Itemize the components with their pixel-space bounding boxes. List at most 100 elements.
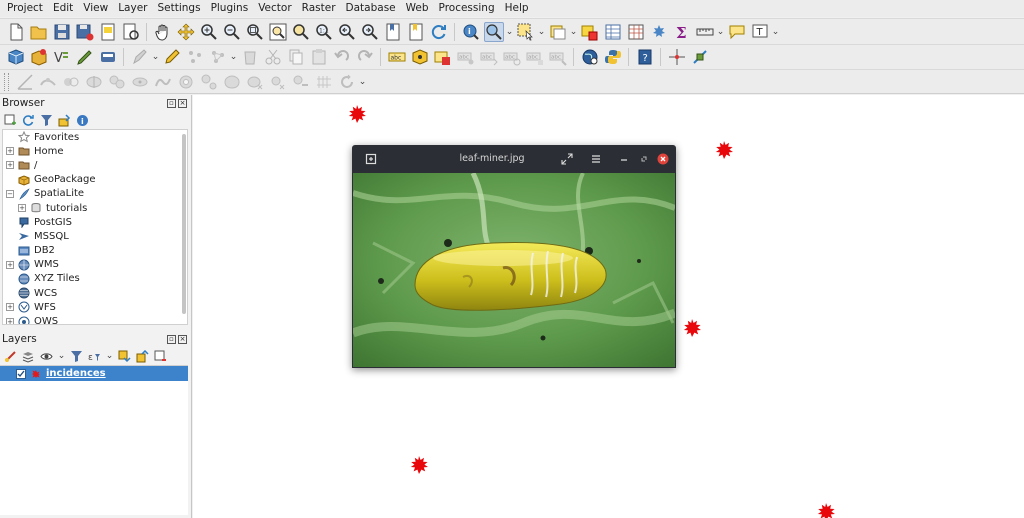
tree-item-geopackage[interactable]: GeoPackage	[3, 173, 187, 187]
zoom-native-icon[interactable]: 1:1	[314, 22, 334, 42]
expand-icon[interactable]: +	[18, 204, 26, 213]
fill-ring-icon[interactable]	[222, 72, 242, 92]
cut-features-icon[interactable]	[263, 47, 283, 67]
menu-project[interactable]: Project	[2, 0, 48, 17]
chevron-down-icon[interactable]: ⌄	[229, 47, 238, 67]
close-icon[interactable]	[656, 152, 669, 165]
chevron-down-icon[interactable]: ⌄	[537, 22, 546, 42]
zoom-full-icon[interactable]	[245, 22, 265, 42]
tree-item-favorites[interactable]: Favorites	[3, 130, 187, 144]
sum-icon[interactable]	[649, 22, 669, 42]
rotate-point-icon[interactable]	[337, 72, 357, 92]
digitize-icon[interactable]	[75, 47, 95, 67]
add-part-icon[interactable]	[199, 72, 219, 92]
refresh-icon[interactable]	[429, 22, 449, 42]
chevron-down-icon[interactable]: ⌄	[505, 22, 514, 42]
add-group-icon[interactable]	[21, 349, 36, 364]
split-parts-icon[interactable]	[314, 72, 334, 92]
pan-to-selection-icon[interactable]	[176, 22, 196, 42]
menu-vector[interactable]: Vector	[253, 0, 296, 17]
delete-part-icon[interactable]	[268, 72, 288, 92]
zoom-to-selection-icon[interactable]	[268, 22, 288, 42]
deselect-icon[interactable]	[548, 22, 568, 42]
paste-features-icon[interactable]	[309, 47, 329, 67]
identify-icon[interactable]: i	[461, 22, 481, 42]
remove-layer-icon[interactable]	[153, 349, 168, 364]
incident-point-marker[interactable]	[410, 456, 428, 474]
globe-icon[interactable]	[580, 47, 600, 67]
show-bookmarks-icon[interactable]	[406, 22, 426, 42]
expand-all-icon[interactable]	[117, 349, 132, 364]
advanced-digitizing-icon[interactable]	[15, 72, 35, 92]
crosshair-icon[interactable]	[667, 47, 687, 67]
filter-legend-icon[interactable]	[69, 349, 84, 364]
field-calculator-icon[interactable]	[603, 22, 623, 42]
pan-icon[interactable]	[153, 22, 173, 42]
tree-item-tutorials[interactable]: + tutorials	[3, 201, 187, 215]
undo-icon[interactable]	[332, 47, 352, 67]
label-rotate-icon[interactable]: abc	[502, 47, 522, 67]
float-panel-icon[interactable]: ▫	[167, 98, 176, 108]
chevron-down-icon[interactable]: ⌄	[57, 349, 66, 364]
label-properties-icon[interactable]: abc	[548, 47, 568, 67]
label-toolbar-icon[interactable]: abc	[387, 47, 407, 67]
measure-icon[interactable]: Σ	[672, 22, 692, 42]
simplify-icon[interactable]	[153, 72, 173, 92]
python-console-icon[interactable]	[603, 47, 623, 67]
save-project-icon[interactable]	[52, 22, 72, 42]
open-project-icon[interactable]	[29, 22, 49, 42]
expand-icon[interactable]: +	[6, 147, 14, 156]
filter-expression-icon[interactable]: ε	[87, 349, 102, 364]
menu-raster[interactable]: Raster	[297, 0, 341, 17]
visibility-icon[interactable]	[39, 349, 54, 364]
label-show-hide-icon[interactable]: abc	[456, 47, 476, 67]
data-source-manager-icon[interactable]	[6, 47, 26, 67]
tree-item-postgis[interactable]: PostGIS	[3, 215, 187, 229]
toggle-editing-icon[interactable]	[98, 47, 118, 67]
menu-edit[interactable]: Edit	[48, 0, 78, 17]
incident-point-marker[interactable]	[817, 503, 835, 518]
collapse-all-icon[interactable]	[135, 349, 150, 364]
tree-item-mssql[interactable]: MSSQL	[3, 229, 187, 243]
incident-point-marker[interactable]	[715, 141, 733, 159]
edits-icon[interactable]	[130, 47, 150, 67]
chevron-down-icon[interactable]: ⌄	[569, 22, 578, 42]
expand-icon[interactable]: +	[6, 303, 14, 312]
close-panel-icon[interactable]: ×	[178, 98, 187, 108]
zoom-last-icon[interactable]	[337, 22, 357, 42]
offset-curve-icon[interactable]	[61, 72, 81, 92]
zoom-to-layer-icon[interactable]	[291, 22, 311, 42]
style-panel-icon[interactable]	[3, 349, 18, 364]
select-features-icon[interactable]	[516, 22, 536, 42]
layout-manager-icon[interactable]	[121, 22, 141, 42]
tree-item-wms[interactable]: + WMS	[3, 258, 187, 272]
add-selected-layers-icon[interactable]	[3, 113, 18, 128]
layer-item-incidences[interactable]: incidences	[0, 366, 188, 381]
merge-icon[interactable]	[107, 72, 127, 92]
tree-item-wcs[interactable]: WCS	[3, 286, 187, 300]
split-icon[interactable]	[84, 72, 104, 92]
tree-item-wfs[interactable]: + WFS	[3, 300, 187, 314]
chevron-down-icon[interactable]: ⌄	[358, 72, 367, 92]
redo-icon[interactable]	[355, 47, 375, 67]
expand-icon[interactable]: +	[6, 260, 14, 269]
toolbar-handle[interactable]	[4, 72, 9, 91]
ruler-icon[interactable]	[695, 22, 715, 42]
layer-labeling-icon[interactable]	[410, 47, 430, 67]
viewer-title-bar[interactable]: leaf-miner.jpg	[352, 145, 676, 172]
collapse-all-icon[interactable]	[57, 113, 72, 128]
browser-scrollbar[interactable]	[182, 134, 186, 314]
menu-settings[interactable]: Settings	[152, 0, 205, 17]
pencil-icon[interactable]	[162, 47, 182, 67]
tree-item-root[interactable]: + /	[3, 158, 187, 172]
rotate-icon[interactable]	[130, 72, 150, 92]
info-icon[interactable]: i	[75, 113, 90, 128]
delete-ring-icon[interactable]	[245, 72, 265, 92]
minimize-icon[interactable]	[617, 152, 630, 165]
delete-selected-icon[interactable]	[240, 47, 260, 67]
filter-icon[interactable]	[39, 113, 54, 128]
new-bookmark-icon[interactable]	[383, 22, 403, 42]
expand-icon[interactable]: +	[6, 317, 14, 324]
menu-plugins[interactable]: Plugins	[206, 0, 254, 17]
close-panel-icon[interactable]: ×	[178, 334, 187, 344]
